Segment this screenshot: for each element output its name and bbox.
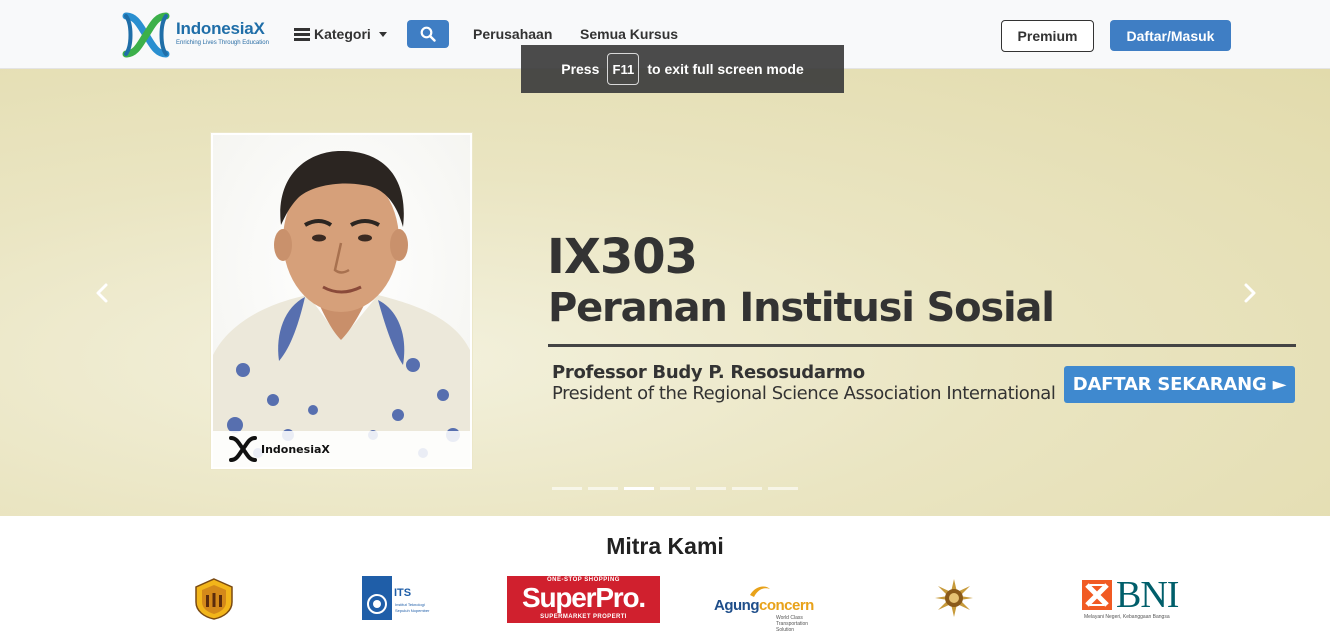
partner-superpro-logo[interactable]: ONE-STOP SHOPPING SuperPro. SUPERMARKET … (507, 576, 660, 623)
chevron-left-icon (96, 283, 108, 303)
svg-text:ITS: ITS (394, 587, 411, 599)
partner-ugm-logo[interactable] (934, 578, 974, 623)
nav-link-semua-kursus[interactable]: Semua Kursus (580, 26, 678, 42)
partner-agung-concern-logo[interactable]: Agungconcern World Class Transportation … (714, 583, 826, 633)
concern-wordmark: concern (758, 597, 814, 614)
carousel-indicator-1[interactable] (552, 487, 582, 490)
partner-unpad-logo[interactable] (193, 578, 235, 625)
toast-prefix: Press (561, 61, 600, 77)
bni-wordmark: BNI (1116, 574, 1179, 616)
agung-wordmark: Agung (714, 597, 759, 614)
carousel-prev-button[interactable] (92, 281, 112, 305)
svg-text:IndonesiaX: IndonesiaX (261, 443, 330, 456)
course-name: Peranan Institusi Sosial (548, 285, 1055, 331)
carousel-indicator-7[interactable] (768, 487, 798, 490)
carousel-indicator-6[interactable] (732, 487, 762, 490)
premium-button[interactable]: Premium (1001, 20, 1094, 52)
kategori-label: Kategori (314, 26, 371, 42)
carousel-indicator-4[interactable] (660, 487, 690, 490)
its-logo-icon: ITS Institut Teknologi Sepuluh Nopember (362, 576, 430, 620)
svg-text:Sepuluh Nopember: Sepuluh Nopember (395, 608, 430, 613)
professor-photo: IndonesiaX (213, 135, 470, 467)
mitra-title: Mitra Kami (606, 533, 724, 559)
hero-carousel: IndonesiaX IX303 Peranan Institusi Sosia… (0, 69, 1330, 516)
svg-text:Institut Teknologi: Institut Teknologi (395, 602, 425, 607)
professor-portrait: IndonesiaX (211, 133, 472, 469)
carousel-next-button[interactable] (1240, 281, 1260, 305)
caret-down-icon (378, 31, 387, 37)
bni-symbol-icon (1082, 580, 1112, 610)
carousel-indicator-2[interactable] (588, 487, 618, 490)
partner-bni-logo[interactable]: BNI Melayani Negeri, Kebanggaan Bangsa (1082, 574, 1196, 622)
course-code: IX303 (547, 229, 698, 285)
partner-its-logo[interactable]: ITS Institut Teknologi Sepuluh Nopember (362, 576, 438, 622)
daftar-sekarang-button[interactable]: DAFTAR SEKARANG ► (1064, 366, 1295, 403)
chevron-right-icon (1244, 283, 1256, 303)
brand-logo[interactable]: IndonesiaX Enriching Lives Through Educa… (122, 12, 272, 58)
professor-name: Professor Budy P. Resosudarmo (552, 362, 865, 383)
brand-name: IndonesiaX (176, 19, 265, 38)
brand-tagline: Enriching Lives Through Education (176, 40, 269, 46)
professor-title: President of the Regional Science Associ… (552, 383, 1056, 404)
agung-tagline: World Class Transportation Solution (776, 615, 809, 633)
nav-link-perusahaan[interactable]: Perusahaan (473, 26, 552, 42)
carousel-indicator-5[interactable] (696, 487, 726, 490)
carousel-indicators (552, 487, 798, 490)
superpro-tagline-bottom: SUPERMARKET PROPERTI (540, 614, 627, 620)
fullscreen-toast: Press F11 to exit full screen mode (521, 45, 844, 93)
toast-key: F11 (607, 53, 640, 85)
indonesiax-logo-icon (122, 12, 170, 58)
superpro-wordmark: SuperPro. (521, 582, 646, 613)
carousel-indicator-3[interactable] (624, 487, 654, 490)
search-icon (420, 26, 436, 42)
toast-suffix: to exit full screen mode (647, 61, 804, 77)
ugm-emblem-icon (935, 579, 973, 617)
hamburger-icon (294, 28, 310, 41)
bni-tagline: Melayani Negeri, Kebanggaan Bangsa (1084, 614, 1170, 620)
search-button[interactable] (407, 20, 449, 48)
kategori-dropdown[interactable]: Kategori (294, 24, 387, 44)
unpad-emblem-icon (195, 578, 233, 620)
daftar-masuk-button[interactable]: Daftar/Masuk (1110, 20, 1231, 51)
divider (548, 344, 1296, 347)
